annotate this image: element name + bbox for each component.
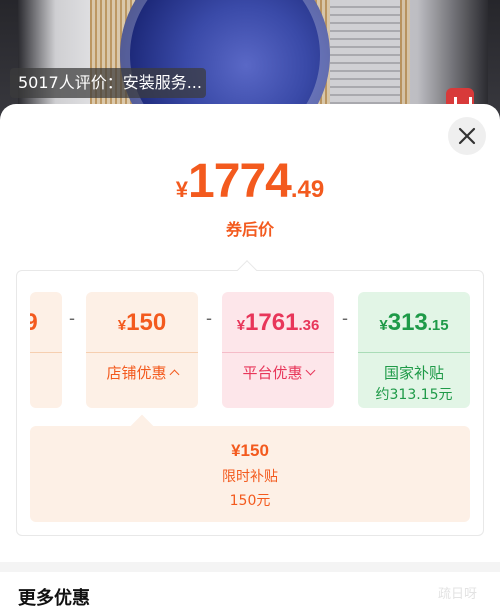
- limited-subsidy-detail: ¥150 限时补贴 150元: [30, 426, 470, 522]
- card-divider: [358, 352, 470, 353]
- card-divider: [86, 352, 198, 353]
- discount-card-partial[interactable]: 9: [30, 292, 62, 408]
- gov-subsidy-card[interactable]: ¥313.15 国家补贴 约313.15元: [358, 292, 470, 408]
- platform-discount-amount: ¥1761.36: [236, 309, 320, 336]
- gov-subsidy-label: 国家补贴: [383, 364, 444, 382]
- subsidy-title: 限时补贴: [222, 469, 278, 485]
- minus-sign: -: [206, 308, 212, 328]
- review-caption[interactable]: 5017人评价：安装服务...: [10, 68, 206, 98]
- gov-subsidy-amount: ¥313.15: [379, 309, 449, 336]
- gov-subsidy-sublabel: 约313.15元: [375, 387, 453, 403]
- platform-discount-label: 平台优惠: [242, 364, 303, 382]
- close-icon: [458, 127, 476, 145]
- chevron-down-icon: [305, 365, 315, 376]
- store-discount-card[interactable]: ¥150 店铺优惠: [86, 292, 198, 408]
- minus-sign: -: [342, 308, 348, 328]
- price-currency: ¥: [175, 177, 189, 202]
- card-divider: [30, 352, 62, 353]
- partial-card-amount: 9: [30, 309, 38, 336]
- close-button[interactable]: [448, 117, 486, 155]
- subsidy-amount: ¥150: [231, 441, 269, 460]
- price-decimal: .49: [290, 176, 325, 203]
- section-divider: [0, 562, 500, 572]
- store-discount-toggle[interactable]: 店铺优惠: [86, 362, 198, 384]
- store-discount-label: 店铺优惠: [106, 364, 167, 382]
- final-price: ¥1774.49: [0, 154, 500, 209]
- store-discount-amount: ¥150: [117, 309, 167, 336]
- more-offers-title[interactable]: 更多优惠: [18, 586, 90, 612]
- minus-sign: -: [69, 308, 75, 328]
- platform-discount-toggle[interactable]: 平台优惠: [222, 362, 334, 384]
- watermark: 疏日呀: [438, 587, 478, 602]
- subsidy-note: 150元: [229, 493, 271, 509]
- price-integer: 1774: [188, 155, 292, 208]
- chevron-up-icon: [169, 369, 179, 380]
- platform-discount-card[interactable]: ¥1761.36 平台优惠: [222, 292, 334, 408]
- card-divider: [222, 352, 334, 353]
- price-label: 券后价: [225, 220, 274, 239]
